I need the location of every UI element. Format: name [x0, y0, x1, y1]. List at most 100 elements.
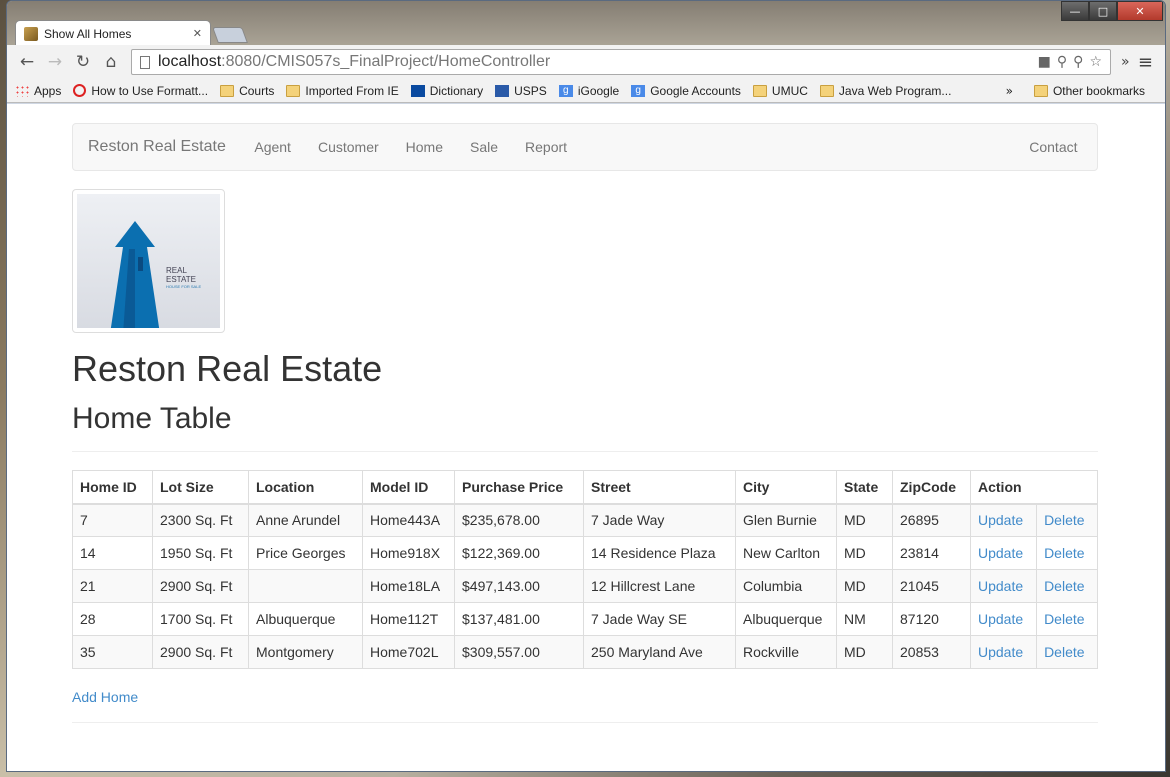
reload-icon[interactable]: ↻: [69, 48, 97, 76]
update-link[interactable]: Update: [978, 545, 1023, 561]
cell-model-id: Home18LA: [362, 569, 455, 603]
update-link[interactable]: Update: [978, 512, 1023, 528]
delete-link[interactable]: Delete: [1044, 644, 1084, 660]
favicon-icon: [24, 26, 38, 41]
folder-icon: [752, 84, 767, 97]
bookmark-umuc[interactable]: UMUC: [752, 84, 808, 98]
bookmark-imported[interactable]: Imported From IE: [286, 83, 399, 98]
cell-street: 7 Jade Way: [583, 503, 736, 537]
cell-city: Rockville: [735, 635, 837, 669]
cell-lot-size: 2900 Sq. Ft: [152, 569, 249, 603]
delete-link[interactable]: Delete: [1044, 611, 1084, 627]
real-estate-logo: REAL ESTATE HOUSE FOR SALE: [77, 194, 220, 328]
close-window-button[interactable]: ✕: [1117, 1, 1163, 21]
table-row: 21 2900 Sq. Ft Home18LA $497,143.00 12 Hillc…: [72, 569, 1098, 603]
delete-link[interactable]: Delete: [1044, 578, 1084, 594]
back-arrow-icon[interactable]: ←: [13, 48, 41, 76]
delete-link[interactable]: Delete: [1044, 512, 1084, 528]
bookmark-star-icon[interactable]: ☆: [1089, 54, 1102, 70]
bookmark-usps[interactable]: USPS: [495, 84, 547, 98]
tab-close-icon[interactable]: ✕: [193, 27, 202, 40]
cell-city: Columbia: [735, 569, 837, 603]
cell-zipcode: 21045: [892, 569, 971, 603]
cell-zipcode: 87120: [892, 602, 971, 636]
cell-action-update: Update: [969, 602, 1038, 636]
logo-subtext: HOUSE FOR SALE: [166, 284, 202, 289]
bookmark-label: Imported From IE: [305, 83, 399, 98]
table-header-row: Home ID Lot Size Location Model ID Purch…: [72, 470, 1098, 505]
cell-action-delete: Delete: [1036, 503, 1098, 537]
nav-report[interactable]: Report: [512, 139, 581, 155]
cell-state: MD: [836, 536, 893, 570]
bookmarks-overflow-button[interactable]: »: [1006, 84, 1013, 98]
forward-arrow-icon[interactable]: →: [41, 48, 69, 76]
delete-link[interactable]: Delete: [1044, 545, 1084, 561]
cell-location: Albuquerque: [248, 602, 363, 636]
bookmarks-bar: Apps How to Use Formatt... Courts Import…: [7, 79, 1165, 103]
cell-purchase-price: $122,369.00: [454, 536, 584, 570]
cast-icon[interactable]: ■: [1038, 54, 1051, 70]
zoom-out-icon[interactable]: ⚲: [1057, 54, 1067, 70]
bookmark-label: Google Accounts: [650, 83, 741, 98]
logo-thumbnail: REAL ESTATE HOUSE FOR SALE: [72, 189, 225, 333]
cell-zipcode: 23814: [892, 536, 971, 570]
bookmark-label: Courts: [239, 83, 275, 98]
title-bar: — □ ✕ Show All Homes ✕: [7, 1, 1165, 46]
update-link[interactable]: Update: [978, 578, 1023, 594]
bookmark-how-to[interactable]: How to Use Formatt...: [73, 84, 208, 98]
nav-sale[interactable]: Sale: [457, 139, 512, 155]
cell-street: 14 Residence Plaza: [583, 536, 736, 570]
nav-customer[interactable]: Customer: [304, 139, 392, 155]
browser-tab[interactable]: Show All Homes ✕: [15, 20, 211, 46]
cell-state: MD: [836, 635, 893, 669]
home-icon[interactable]: ⌂: [97, 48, 125, 76]
bookmark-igoogle[interactable]: g iGoogle: [558, 83, 620, 98]
cell-home-id: 28: [72, 602, 153, 636]
maximize-button[interactable]: □: [1089, 1, 1117, 21]
extensions-chevron-icon[interactable]: »: [1121, 54, 1130, 70]
bookmark-apps[interactable]: Apps: [15, 84, 61, 98]
bookmark-courts[interactable]: Courts: [220, 84, 274, 98]
new-tab-button[interactable]: [212, 27, 248, 43]
cell-location: Anne Arundel: [248, 503, 363, 537]
bookmark-java-web[interactable]: Java Web Program...: [819, 83, 952, 98]
table-row: 28 1700 Sq. Ft Albuquerque Home112T $137,481…: [72, 602, 1098, 636]
page-viewport: Reston Real Estate Agent Customer Home S…: [7, 104, 1165, 771]
google-icon: g: [558, 84, 573, 97]
logo-text: REAL ESTATE: [166, 266, 196, 284]
header-state: State: [836, 470, 893, 505]
bookmark-label: Dictionary: [429, 83, 484, 98]
cell-lot-size: 1700 Sq. Ft: [152, 602, 249, 636]
address-bar[interactable]: localhost :8080/CMIS057s_FinalProject/Ho…: [131, 49, 1111, 75]
bookmark-label: Apps: [34, 83, 62, 98]
window-controls: — □ ✕: [1061, 1, 1163, 21]
tab-title: Show All Homes: [44, 26, 132, 41]
bookmark-dictionary[interactable]: Dictionary: [410, 83, 484, 98]
menu-icon[interactable]: ≡: [1138, 52, 1159, 73]
header-zipcode: ZipCode: [892, 470, 971, 505]
nav-contact[interactable]: Contact: [1016, 139, 1091, 155]
cell-location: Montgomery: [248, 635, 363, 669]
header-action: Action: [970, 470, 1098, 505]
cell-location: Price Georges: [248, 536, 363, 570]
nav-agent[interactable]: Agent: [241, 139, 305, 155]
table-title: Home Table: [72, 402, 232, 435]
cell-action-update: Update: [969, 503, 1038, 537]
other-bookmarks[interactable]: Other bookmarks: [1033, 84, 1145, 98]
bookmark-google-accounts[interactable]: g Google Accounts: [631, 84, 741, 98]
cell-model-id: Home918X: [362, 536, 455, 570]
bookmark-label: iGoogle: [577, 83, 620, 98]
minimize-button[interactable]: —: [1061, 1, 1089, 21]
bookmark-label: Java Web Program...: [838, 83, 952, 98]
nav-home[interactable]: Home: [392, 139, 456, 155]
add-home-link[interactable]: Add Home: [72, 689, 138, 705]
update-link[interactable]: Update: [978, 611, 1023, 627]
navbar-brand[interactable]: Reston Real Estate: [73, 138, 241, 156]
zoom-in-icon[interactable]: ⚲: [1073, 54, 1083, 70]
update-link[interactable]: Update: [978, 644, 1023, 660]
header-lot-size: Lot Size: [152, 470, 249, 505]
cell-model-id: Home443A: [362, 503, 455, 537]
cell-city: Glen Burnie: [735, 503, 837, 537]
cell-state: MD: [836, 503, 893, 537]
cell-model-id: Home112T: [362, 602, 455, 636]
